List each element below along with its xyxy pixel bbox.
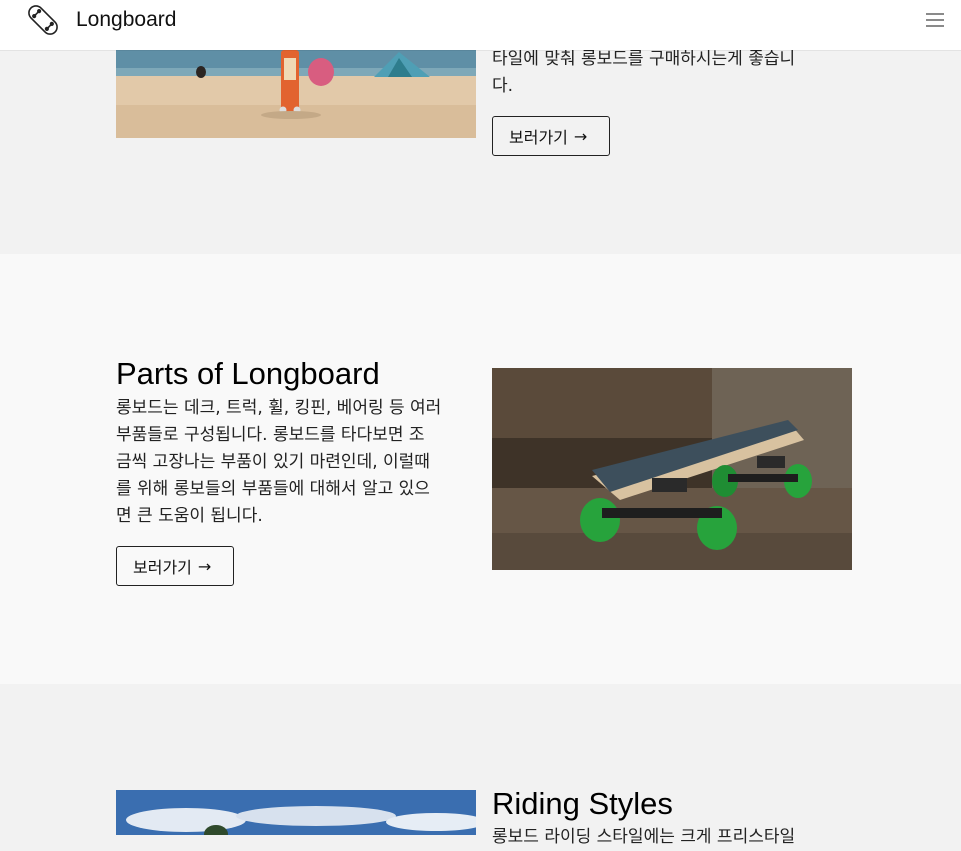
section-parts: Parts of Longboard 롱보드는 데크, 트럭, 휠, 킹핀, 베… bbox=[0, 254, 961, 684]
button-label: 보러가기 bbox=[133, 558, 192, 577]
brand-link[interactable]: Longboard bbox=[25, 0, 176, 40]
button-label: 보러가기 bbox=[509, 128, 568, 147]
brand-name: Longboard bbox=[76, 8, 177, 31]
parts-heading: Parts of Longboard bbox=[116, 356, 380, 391]
hamburger-menu-icon bbox=[926, 13, 944, 27]
riding-heading: Riding Styles bbox=[492, 786, 673, 821]
beach-longboard-photo bbox=[116, 50, 476, 138]
buying-description: 타일에 맞춰 롱보드를 구매하시는게 좋습니 다. bbox=[492, 49, 796, 96]
parts-description: 롱보드는 데크, 트럭, 휠, 킹핀, 베어링 등 여러 부품들로 구성됩니다.… bbox=[116, 398, 442, 526]
view-parts-button[interactable]: 보러가기 → bbox=[116, 546, 234, 586]
arrow-right-icon: → bbox=[197, 556, 212, 576]
section-riding: Riding Styles 롱보드 라이딩 스타일에는 크게 프리스타일 bbox=[0, 684, 961, 847]
riding-description: 롱보드 라이딩 스타일에는 크게 프리스타일 bbox=[492, 827, 796, 847]
arrow-right-icon: → bbox=[573, 126, 588, 146]
hamburger-menu-button[interactable] bbox=[926, 12, 944, 28]
riding-styles-photo bbox=[116, 790, 476, 835]
navbar: Longboard bbox=[0, 0, 961, 50]
skateboard-icon bbox=[28, 5, 58, 35]
longboard-parts-photo bbox=[492, 368, 852, 570]
view-buying-button[interactable]: 보러가기 → bbox=[492, 116, 610, 156]
